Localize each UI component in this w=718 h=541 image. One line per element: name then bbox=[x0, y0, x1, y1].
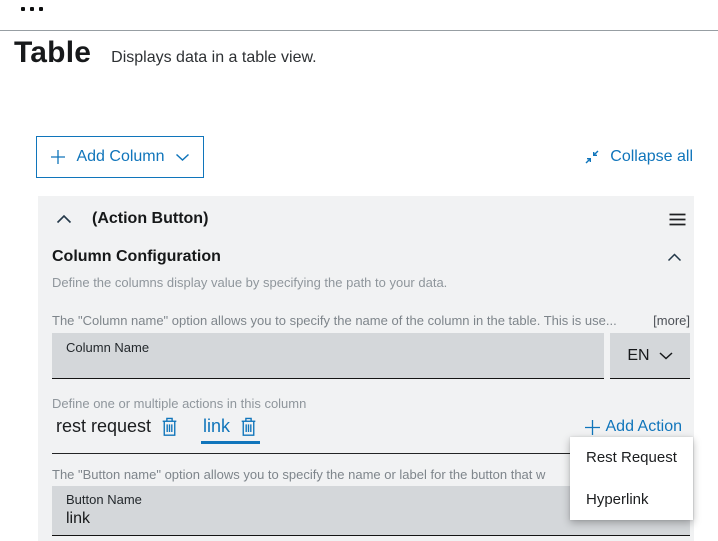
trash-icon[interactable] bbox=[160, 416, 179, 437]
section-header: Column Configuration bbox=[52, 248, 690, 266]
chevron-down-icon bbox=[659, 352, 673, 360]
app-window: Table Displays data in a table view. Add… bbox=[0, 0, 718, 541]
add-action-label: Add Action bbox=[606, 418, 683, 436]
menu-item-hyperlink[interactable]: Hyperlink bbox=[570, 479, 693, 521]
column-name-input[interactable]: Column Name bbox=[52, 333, 604, 379]
plus-icon bbox=[584, 419, 601, 436]
language-select[interactable]: EN bbox=[610, 333, 690, 379]
section-title: Column Configuration bbox=[52, 248, 221, 266]
menu-item-rest-request[interactable]: Rest Request bbox=[570, 437, 693, 479]
collapse-all-button[interactable]: Collapse all bbox=[584, 148, 693, 166]
toolbar: Add Column Collapse all bbox=[36, 136, 693, 178]
panel-header: (Action Button) bbox=[52, 196, 690, 228]
add-column-label: Add Column bbox=[76, 148, 164, 166]
page-subtitle: Displays data in a table view. bbox=[111, 49, 316, 67]
collapse-icon bbox=[584, 149, 600, 165]
tab-rest-request[interactable]: rest request bbox=[54, 415, 181, 441]
column-name-label: Column Name bbox=[66, 340, 604, 355]
ellipsis-menu-icon[interactable] bbox=[21, 7, 43, 11]
chevron-up-icon[interactable] bbox=[667, 253, 682, 262]
more-link[interactable]: [more] bbox=[653, 313, 690, 328]
add-action-button[interactable]: Add Action bbox=[584, 418, 691, 436]
page-title: Table bbox=[14, 36, 91, 70]
column-name-help-row: The "Column name" option allows you to s… bbox=[52, 313, 690, 328]
top-bar bbox=[0, 0, 718, 31]
tab-link[interactable]: link bbox=[201, 415, 260, 444]
column-name-row: Column Name EN bbox=[52, 333, 690, 379]
trash-icon[interactable] bbox=[239, 416, 258, 437]
panel-title: (Action Button) bbox=[92, 210, 208, 228]
drag-handle-icon[interactable] bbox=[669, 213, 686, 226]
page-header: Table Displays data in a table view. bbox=[14, 36, 317, 70]
language-value: EN bbox=[627, 347, 649, 365]
tab-label: rest request bbox=[56, 416, 151, 437]
chevron-up-icon[interactable] bbox=[56, 214, 72, 224]
tab-label: link bbox=[203, 416, 230, 437]
column-name-help-text: The "Column name" option allows you to s… bbox=[52, 313, 617, 328]
add-column-button[interactable]: Add Column bbox=[36, 136, 204, 178]
actions-label: Define one or multiple actions in this c… bbox=[52, 396, 690, 411]
plus-icon bbox=[50, 149, 66, 165]
collapse-all-label: Collapse all bbox=[610, 148, 693, 166]
add-action-dropdown: Rest Request Hyperlink bbox=[570, 437, 693, 520]
section-description: Define the columns display value by spec… bbox=[52, 275, 690, 290]
chevron-down-icon bbox=[175, 153, 190, 162]
